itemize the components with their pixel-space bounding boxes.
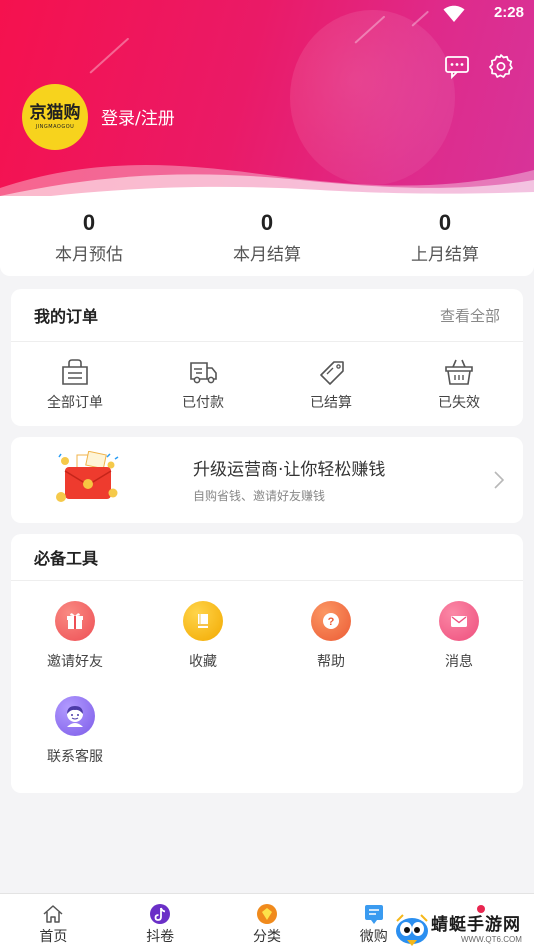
avatar[interactable]: 京猫购 JINGMAOGOU: [22, 84, 88, 150]
orders-card-header: 我的订单 查看全部: [11, 289, 523, 342]
tools-grid: 邀请好友 收藏 ? 帮助 消息 联系客服: [11, 581, 523, 791]
order-item-label: 全部订单: [47, 395, 103, 411]
home-icon: [43, 905, 63, 923]
decorative-streak: [89, 37, 130, 74]
stat-month-estimate[interactable]: 0 本月预估: [0, 196, 178, 276]
tool-favorites[interactable]: 收藏: [139, 601, 267, 696]
tool-label: 消息: [445, 654, 473, 670]
nav-label: 微购: [359, 929, 388, 945]
order-settled-button[interactable]: 已结算: [267, 342, 395, 425]
stat-value: 0: [82, 210, 96, 235]
order-invalid-button[interactable]: 已失效: [395, 342, 523, 425]
stat-month-settled[interactable]: 0 本月结算: [178, 196, 356, 276]
tool-label: 帮助: [317, 654, 345, 670]
wifi-icon: [443, 5, 465, 22]
stat-value: 0: [438, 210, 452, 235]
nav-label: 抖卷: [146, 929, 175, 945]
promo-title: 升级运营商·让你轻松赚钱: [193, 460, 386, 480]
sale-tag-icon: [320, 361, 344, 385]
nav-label: 首页: [39, 929, 68, 945]
earnings-stats: 0 本月预估 0 本月结算 0 上月结算: [0, 196, 534, 276]
bookmark-icon: [183, 601, 223, 641]
settings-gear-icon[interactable]: [487, 52, 515, 80]
mail-icon: [439, 601, 479, 641]
promo-subtitle: 自购省钱、邀请好友赚钱: [193, 489, 326, 503]
order-item-label: 已结算: [310, 395, 352, 411]
stat-label: 上月结算: [411, 245, 479, 265]
stat-value: 0: [260, 210, 274, 235]
tool-label: 联系客服: [47, 749, 103, 765]
support-avatar-icon: [55, 696, 95, 736]
shopping-bag-icon: [62, 359, 88, 385]
tool-messages[interactable]: 消息: [395, 601, 523, 696]
stat-last-month-settled[interactable]: 0 上月结算: [356, 196, 534, 276]
help-icon: ?: [311, 601, 351, 641]
watermark-url: WWW.QT6.COM: [461, 935, 522, 944]
tools-card-header: 必备工具: [11, 534, 523, 581]
tiktok-icon: [150, 904, 171, 924]
nav-label: 分类: [252, 929, 281, 945]
clock: 2:28: [493, 4, 524, 21]
stat-label: 本月预估: [55, 245, 123, 265]
order-all-button[interactable]: 全部订单: [11, 342, 139, 425]
tool-customer-service[interactable]: 联系客服: [11, 696, 139, 791]
tools-title: 必备工具: [34, 549, 99, 568]
tool-invite-friends[interactable]: 邀请好友: [11, 601, 139, 696]
orders-card: 我的订单 查看全部 全部订单 已付款 已结算 已失效: [11, 289, 523, 426]
tool-help[interactable]: ? 帮助: [267, 601, 395, 696]
upgrade-promo-banner[interactable]: 升级运营商·让你轻松赚钱 自购省钱、邀请好友赚钱: [11, 437, 523, 523]
dragonfly-logo-icon: [396, 914, 428, 946]
gift-icon: [55, 601, 95, 641]
order-paid-button[interactable]: 已付款: [139, 342, 267, 425]
tool-label: 收藏: [189, 654, 217, 670]
watermark-text: 蜻蜓手游网: [431, 915, 521, 935]
order-status-row: 全部订单 已付款 已结算 已失效: [11, 342, 523, 425]
nav-douyin-coupons[interactable]: 抖卷: [107, 894, 214, 949]
category-icon: [256, 904, 277, 924]
avatar-logo-text: 京猫购: [29, 103, 81, 123]
login-register-link[interactable]: 登录/注册: [101, 104, 175, 129]
chevron-right-icon: [494, 471, 504, 489]
red-envelope-icon: [56, 451, 119, 502]
view-all-orders-link[interactable]: 查看全部: [440, 305, 500, 326]
tools-card: 必备工具 邀请好友 收藏 ? 帮助 消息 联系客服: [11, 534, 523, 793]
stat-label: 本月结算: [233, 245, 301, 265]
avatar-logo-subtext: JINGMAOGOU: [35, 124, 75, 130]
order-item-label: 已付款: [182, 395, 224, 411]
delivery-truck-icon: [190, 362, 217, 384]
order-item-label: 已失效: [438, 395, 480, 411]
svg-text:?: ?: [328, 616, 335, 628]
wechat-buy-icon: [364, 905, 383, 924]
nav-category[interactable]: 分类: [214, 894, 321, 949]
nav-home[interactable]: 首页: [0, 894, 107, 949]
basket-icon: [445, 359, 473, 385]
profile-header: 2:28 京猫购 JINGMAOGOU 登录/注册: [0, 0, 534, 210]
message-icon[interactable]: [443, 52, 471, 80]
site-watermark: 蜻蜓手游网 WWW.QT6.COM: [393, 905, 528, 949]
orders-title: 我的订单: [34, 307, 99, 326]
status-bar: 2:28: [0, 0, 534, 30]
tool-label: 邀请好友: [47, 654, 103, 670]
